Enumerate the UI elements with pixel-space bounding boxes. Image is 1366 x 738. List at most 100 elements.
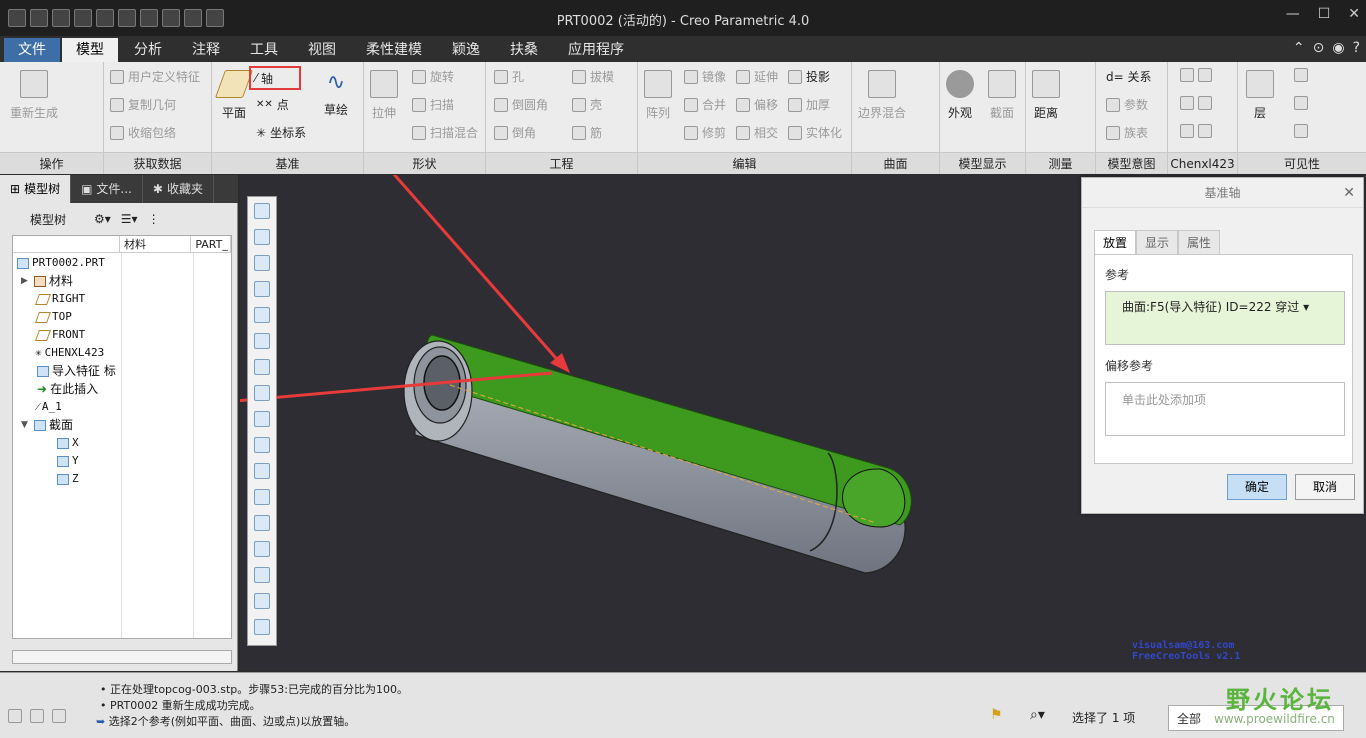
shell-button[interactable]: 壳 [572, 96, 602, 113]
copy-geometry-button[interactable]: 复制几何 [110, 96, 176, 113]
fullscreen-icon[interactable] [52, 709, 66, 723]
relations-button[interactable]: d= 关系 [1106, 68, 1152, 85]
hide-button[interactable] [1294, 68, 1308, 82]
family-table-button[interactable]: 族表 [1106, 124, 1148, 141]
group-datum-label[interactable]: 基准 [212, 152, 363, 174]
distance-button[interactable]: 距离 [1032, 70, 1060, 121]
perspective-icon[interactable] [254, 385, 270, 401]
tree-item-section-x[interactable]: X [57, 434, 79, 452]
group-model-display-label[interactable]: 模型显示 [940, 152, 1025, 174]
point-display-icon[interactable] [254, 541, 270, 557]
tree-item-material[interactable]: ▶ 材料 [21, 272, 73, 290]
offset-references-collector[interactable]: 单击此处添加项 [1105, 382, 1345, 436]
tree-item-section-z[interactable]: Z [57, 470, 79, 488]
pattern-button[interactable]: 阵列 [644, 70, 672, 121]
network-icon[interactable] [254, 619, 270, 635]
references-collector[interactable]: 曲面:F5(导入特征) ID=222 穿过 ▾ [1105, 291, 1345, 345]
tab-properties[interactable]: 属性 [1178, 230, 1221, 254]
csys-display-icon[interactable] [254, 463, 270, 479]
csys-tag-display-icon[interactable] [254, 567, 270, 583]
merge-button[interactable]: 合并 [684, 96, 726, 113]
tab-flexible-modeling[interactable]: 柔性建模 [352, 38, 436, 62]
tab-display[interactable]: 显示 [1136, 230, 1179, 254]
tree-item-section-y[interactable]: Y [57, 452, 79, 470]
flag-icon[interactable]: ⚑ [990, 707, 1003, 723]
tab-view[interactable]: 视图 [294, 38, 350, 62]
axis-display-icon[interactable] [254, 515, 270, 531]
regenerate-button[interactable]: 重新生成 [10, 70, 58, 121]
help-icon[interactable]: ? [1353, 40, 1360, 56]
boundary-blend-button[interactable]: 边界混合 [858, 70, 906, 121]
chenxl-tool-3[interactable] [1180, 124, 1212, 138]
tab-fusang[interactable]: 扶桑 [496, 38, 552, 62]
zoom-out-icon[interactable] [254, 255, 270, 271]
collapse-ribbon-icon[interactable]: ⌃ [1293, 40, 1305, 56]
tab-annotate[interactable]: 注释 [178, 38, 234, 62]
browser-icon[interactable] [30, 709, 44, 723]
tab-favorites[interactable]: ✱ 收藏夹 [143, 175, 214, 203]
ok-button[interactable]: 确定 [1227, 474, 1287, 500]
group-chenxl423-label[interactable]: Chenxl423 [1168, 152, 1237, 174]
tab-placement[interactable]: 放置 [1094, 230, 1137, 254]
group-get-data-label[interactable]: 获取数据 [104, 152, 211, 174]
sweep-button[interactable]: 扫描 [412, 96, 454, 113]
mirror-button[interactable]: 镜像 [684, 68, 726, 85]
axis-button[interactable]: ⁄ 轴 [249, 66, 301, 90]
rib-button[interactable]: 筋 [572, 124, 602, 141]
selection-count[interactable]: 选择了 1 项 [1072, 709, 1135, 726]
tab-tools[interactable]: 工具 [236, 38, 292, 62]
tab-analysis[interactable]: 分析 [120, 38, 176, 62]
tab-yingyi[interactable]: 颖逸 [438, 38, 494, 62]
udf-button[interactable]: 用户定义特征 [110, 68, 200, 85]
point-button[interactable]: ✕✕ 点 [256, 96, 289, 113]
section-view-icon[interactable] [254, 411, 270, 427]
maximize-icon[interactable]: ☐ [1318, 6, 1331, 22]
tree-item-axis-a1[interactable]: ⁄ A_1 [37, 398, 62, 416]
group-surfaces-label[interactable]: 曲面 [852, 152, 939, 174]
tree-horizontal-scrollbar[interactable] [12, 650, 232, 664]
tree-filter-icon[interactable]: ⋮ [148, 212, 160, 226]
trim-button[interactable]: 修剪 [684, 124, 726, 141]
csys-button[interactable]: ✳ 坐标系 [256, 124, 306, 141]
tree-item-top[interactable]: TOP [34, 308, 72, 326]
revolve-button[interactable]: 旋转 [412, 68, 454, 85]
navigator-toggle-icon[interactable] [8, 709, 22, 723]
collapse-icon[interactable]: ▼ [21, 416, 31, 434]
group-shapes-label[interactable]: 形状 [364, 152, 485, 174]
plane-display-icon[interactable] [254, 489, 270, 505]
repaint-icon[interactable] [254, 281, 270, 297]
extrude-button[interactable]: 拉伸 [370, 70, 398, 121]
tree-item-import-feature[interactable]: 导入特征 标 [37, 362, 116, 380]
tree-col-part[interactable]: PART_ [191, 236, 231, 252]
group-editing-label[interactable]: 编辑 [638, 152, 851, 174]
status-button[interactable] [1294, 124, 1308, 138]
hole-button[interactable]: 孔 [494, 68, 524, 85]
find-icon[interactable]: ⌕▾ [1030, 707, 1045, 723]
draft-button[interactable]: 拔模 [572, 68, 614, 85]
extend-button[interactable]: 延伸 [736, 68, 778, 85]
refit-icon[interactable] [254, 203, 270, 219]
search-icon[interactable]: ⊙ [1313, 40, 1325, 56]
group-operations-label[interactable]: 操作 [0, 152, 103, 174]
intersect-button[interactable]: 相交 [736, 124, 778, 141]
tab-files[interactable]: ▣ 文件... [71, 175, 143, 203]
close-icon[interactable]: ✕ [1348, 6, 1360, 22]
tab-applications[interactable]: 应用程序 [554, 38, 638, 62]
round-button[interactable]: 倒圆角 [494, 96, 548, 113]
sketch-button[interactable]: ∿ 草绘 [324, 70, 348, 118]
chenxl-tool-1[interactable] [1180, 68, 1212, 82]
group-engineering-label[interactable]: 工程 [486, 152, 637, 174]
layers-button[interactable]: 层 [1246, 70, 1274, 121]
group-measure-label[interactable]: 测量 [1026, 152, 1095, 174]
tree-item-csys[interactable]: ✳ CHENXL423 [35, 344, 104, 362]
tree-col-material[interactable]: 材料 [120, 236, 192, 252]
tree-settings-icon[interactable]: ⚙▾ [94, 212, 111, 226]
cylinder-end-face[interactable] [842, 468, 906, 528]
tree-item-part[interactable]: PRT0002.PRT [17, 254, 105, 272]
group-model-intent-label[interactable]: 模型意图 [1096, 152, 1167, 174]
solidify-button[interactable]: 实体化 [788, 124, 842, 141]
annotation-display-icon[interactable] [254, 437, 270, 453]
section-button[interactable]: 截面 [988, 70, 1016, 121]
tab-model[interactable]: 模型 [62, 38, 118, 62]
tree-item-insert-here[interactable]: ➜ 在此插入 [37, 380, 98, 398]
